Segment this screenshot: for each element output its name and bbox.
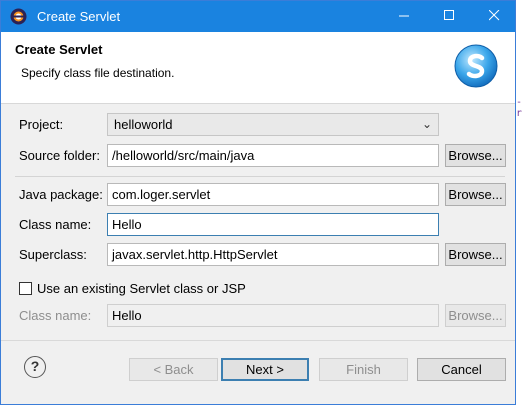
superclass-browse-button[interactable]: Browse... <box>445 243 506 266</box>
maximize-button[interactable] <box>427 1 472 32</box>
eclipse-icon <box>10 8 27 25</box>
wizard-description: Specify class file destination. <box>21 66 175 80</box>
wizard-header: Create Servlet Specify class file destin… <box>1 32 515 104</box>
window-title: Create Servlet <box>37 9 121 24</box>
chevron-down-icon: ⌄ <box>421 117 432 131</box>
java-package-browse-button[interactable]: Browse... <box>445 183 506 206</box>
separator <box>15 176 505 177</box>
project-select[interactable]: helloworld ⌄ <box>107 113 439 136</box>
class-name-label: Class name: <box>19 217 92 232</box>
back-button: < Back <box>129 358 218 381</box>
java-package-label: Java package: <box>19 187 103 202</box>
background-editor-right: -r <box>516 0 525 405</box>
source-folder-browse-button[interactable]: Browse... <box>445 144 506 167</box>
minimize-icon <box>399 15 409 17</box>
close-icon <box>488 9 500 21</box>
cancel-button[interactable]: Cancel <box>417 358 506 381</box>
close-button[interactable] <box>472 1 517 32</box>
superclass-field[interactable]: javax.servlet.http.HttpServlet <box>107 243 439 266</box>
create-servlet-dialog: Create Servlet Create Servlet Specify cl… <box>0 0 516 405</box>
java-package-field[interactable]: com.loger.servlet <box>107 183 439 206</box>
use-existing-checkbox[interactable] <box>19 282 32 295</box>
source-folder-label: Source folder: <box>19 148 100 163</box>
title-bar[interactable]: Create Servlet <box>1 1 515 32</box>
use-existing-label[interactable]: Use an existing Servlet class or JSP <box>37 281 246 296</box>
minimize-button[interactable] <box>382 1 427 32</box>
existing-class-label: Class name: <box>19 308 92 323</box>
next-button[interactable]: Next > <box>221 358 309 381</box>
servlet-logo-icon <box>454 44 498 88</box>
project-label: Project: <box>19 117 64 132</box>
help-icon[interactable]: ? <box>24 356 46 378</box>
class-name-field[interactable]: Hello <box>107 213 439 236</box>
wizard-title: Create Servlet <box>15 42 103 57</box>
existing-class-field: Hello <box>107 304 439 327</box>
source-folder-field[interactable]: /helloworld/src/main/java <box>107 144 439 167</box>
project-select-value: helloworld <box>114 117 173 132</box>
existing-class-browse-button: Browse... <box>445 304 506 327</box>
superclass-label: Superclass: <box>19 247 87 262</box>
maximize-icon <box>444 10 454 20</box>
code-mark: -r <box>516 97 523 119</box>
footer-separator <box>1 340 515 341</box>
finish-button: Finish <box>319 358 408 381</box>
